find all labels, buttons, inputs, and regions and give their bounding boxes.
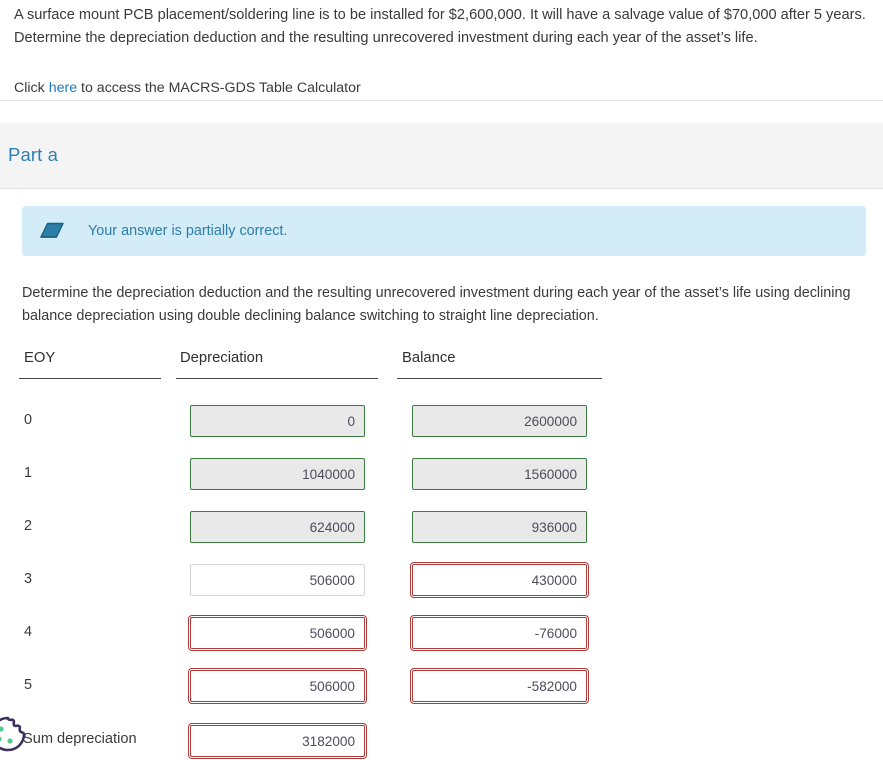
table-row: 4	[0, 617, 883, 649]
depreciation-input[interactable]	[190, 458, 365, 490]
problem-statement: A surface mount PCB placement/soldering …	[14, 7, 866, 46]
row-label-eoy: 1	[24, 465, 33, 481]
calculator-link-line: Click here to access the MACRS-GDS Table…	[14, 77, 869, 100]
column-header-balance: Balance	[402, 350, 456, 366]
depreciation-input-cell	[190, 458, 365, 490]
row-label-eoy: 3	[24, 571, 33, 587]
macrs-calculator-link[interactable]: here	[49, 80, 77, 96]
row-label-eoy: 2	[24, 518, 33, 534]
row-label-eoy: 4	[24, 624, 33, 640]
header-rule-eoy	[19, 378, 161, 379]
depreciation-input-cell	[190, 564, 365, 596]
balance-input-cell	[412, 405, 587, 437]
depreciation-input[interactable]	[190, 405, 365, 437]
balance-input[interactable]	[412, 405, 587, 437]
sum-depreciation-input[interactable]	[190, 725, 365, 757]
part-band	[0, 123, 883, 189]
depreciation-input[interactable]	[190, 617, 365, 649]
click-suffix-text: to access the MACRS-GDS Table Calculator	[77, 80, 361, 96]
depreciation-input-cell	[190, 617, 365, 649]
depreciation-input-cell	[190, 511, 365, 543]
alert-message: Your answer is partially correct.	[88, 223, 288, 239]
row-label-eoy: 0	[24, 412, 33, 428]
column-header-depreciation: Depreciation	[180, 350, 264, 366]
balance-input-cell	[412, 511, 587, 543]
balance-input[interactable]	[412, 564, 587, 596]
divider-top	[0, 100, 883, 101]
eraser-icon	[38, 221, 66, 241]
cookie-icon[interactable]	[0, 712, 30, 756]
depreciation-table: EOY Depreciation Balance 0 1 2 3 4 5 Sum depre…	[0, 350, 883, 757]
balance-input-cell	[412, 564, 587, 596]
balance-input-cell	[412, 458, 587, 490]
balance-input-cell	[412, 670, 587, 702]
sum-depreciation-label: Sum depreciation	[23, 731, 137, 747]
balance-input[interactable]	[412, 617, 587, 649]
depreciation-input-cell	[190, 670, 365, 702]
balance-input[interactable]	[412, 511, 587, 543]
table-row: 3	[0, 564, 883, 596]
balance-input-cell	[412, 617, 587, 649]
part-title: Part a	[8, 144, 58, 165]
instruction-text: Determine the depreciation deduction and…	[22, 285, 851, 324]
column-header-eoy: EOY	[24, 350, 56, 366]
table-row: 0	[0, 405, 883, 437]
depreciation-input[interactable]	[190, 564, 365, 596]
depreciation-input[interactable]	[190, 511, 365, 543]
problem-statement-block: A surface mount PCB placement/soldering …	[0, 0, 883, 100]
depreciation-input[interactable]	[190, 670, 365, 702]
header-rule-balance	[397, 378, 602, 379]
balance-input[interactable]	[412, 670, 587, 702]
table-header-row: EOY Depreciation Balance	[0, 350, 883, 382]
sum-depreciation-cell	[190, 725, 365, 757]
table-summary-row: Sum depreciation	[0, 725, 883, 757]
header-rule-depreciation	[176, 378, 378, 379]
click-prefix-text: Click	[14, 80, 49, 96]
table-row: 2	[0, 511, 883, 543]
depreciation-input-cell	[190, 405, 365, 437]
table-row: 5	[0, 670, 883, 702]
row-label-eoy: 5	[24, 677, 33, 693]
partial-correct-alert: Your answer is partially correct.	[22, 206, 866, 256]
table-row: 1	[0, 458, 883, 490]
balance-input[interactable]	[412, 458, 587, 490]
